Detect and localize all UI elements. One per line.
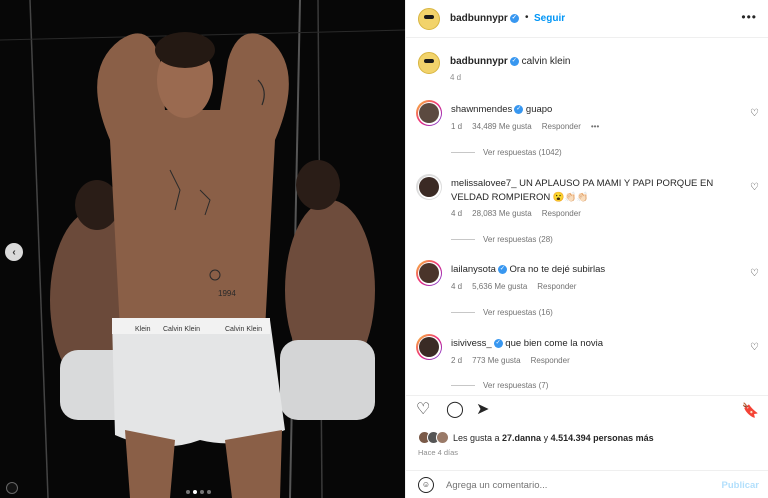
view-replies-label[interactable]: Ver respuestas (1042) bbox=[483, 148, 562, 157]
replies-divider bbox=[451, 239, 475, 240]
verified-badge-icon: ✓ bbox=[493, 338, 503, 348]
comment-options-icon[interactable]: ••• bbox=[591, 122, 599, 131]
replies-divider bbox=[451, 312, 475, 313]
carousel-dot bbox=[200, 490, 204, 494]
tattoo-text: 1994 bbox=[218, 289, 236, 298]
caption-avatar[interactable] bbox=[418, 52, 440, 74]
author-username-text[interactable]: badbunnypr bbox=[450, 13, 508, 24]
reply-button[interactable]: Responder bbox=[542, 209, 581, 218]
reply-button[interactable]: Responder bbox=[542, 122, 581, 131]
verified-badge-icon: ✓ bbox=[509, 13, 519, 23]
comment-like-icon[interactable]: ♡ bbox=[750, 108, 759, 119]
comment-text: melissalovee7_ UN APLAUSO PA MAMI Y PAPI… bbox=[451, 177, 741, 205]
liker-avatar[interactable] bbox=[436, 431, 449, 444]
comment-input[interactable] bbox=[446, 480, 696, 491]
comment-icon[interactable]: ◯ bbox=[446, 402, 464, 418]
share-icon[interactable]: ➤ bbox=[476, 402, 489, 418]
comment-like-icon[interactable]: ♡ bbox=[750, 342, 759, 353]
save-icon[interactable]: 🔖 bbox=[742, 402, 759, 418]
replies-divider bbox=[451, 152, 475, 153]
carousel-indicator bbox=[186, 490, 211, 494]
caption-time: 4 d bbox=[450, 73, 462, 82]
view-replies-label[interactable]: Ver respuestas (7) bbox=[483, 381, 548, 390]
comment-text: isivivess_ ✓ que bien come la novia bbox=[451, 337, 741, 351]
view-replies-label[interactable]: Ver respuestas (16) bbox=[483, 308, 553, 317]
caption-body: calvin klein bbox=[521, 56, 571, 67]
comment-like-icon[interactable]: ♡ bbox=[750, 268, 759, 279]
commenter-avatar[interactable] bbox=[416, 334, 442, 360]
caption-text: badbunnypr ✓ calvin klein bbox=[450, 56, 570, 67]
replies-divider bbox=[451, 385, 475, 386]
emoji-icon[interactable]: ☺ bbox=[418, 477, 434, 493]
post-sidebar: badbunnypr ✓ • Seguir ••• badbunnypr ✓ cal… bbox=[405, 0, 768, 498]
post-action-bar: ♡ ◯ ➤ 🔖 bbox=[406, 395, 768, 425]
reply-button[interactable]: Responder bbox=[531, 356, 570, 365]
like-icon[interactable]: ♡ bbox=[416, 402, 430, 418]
verified-badge-icon: ✓ bbox=[497, 264, 507, 274]
comment-meta: 4 d 5,636 Me gusta Responder bbox=[451, 282, 576, 291]
commenter-avatar[interactable] bbox=[416, 100, 442, 126]
publish-button[interactable]: Publicar bbox=[722, 480, 760, 491]
previous-slide-button[interactable]: ‹ bbox=[5, 243, 23, 261]
carousel-dot-active bbox=[193, 490, 197, 494]
comment-likes[interactable]: 28,083 Me gusta bbox=[472, 209, 532, 218]
photo-illustration: Klein Calvin Klein Calvin Klein 1994 bbox=[0, 0, 405, 498]
view-replies[interactable]: Ver respuestas (7) bbox=[451, 381, 548, 390]
comment-body: que bien come la novia bbox=[505, 338, 604, 349]
add-comment-bar: ☺ Publicar bbox=[406, 470, 768, 498]
comment-time: 4 d bbox=[451, 209, 463, 218]
comment-body: Ora no te dejé subirlas bbox=[509, 264, 606, 275]
likes-middle: y bbox=[541, 432, 551, 443]
likes-summary: Les gusta a 27.danna y 4.514.394 persona… bbox=[418, 431, 654, 444]
commenter-username[interactable]: lailanysota bbox=[451, 264, 496, 275]
commenter-username[interactable]: melissalovee7_ bbox=[451, 178, 516, 189]
commenter-avatar[interactable] bbox=[416, 260, 442, 286]
carousel-dot bbox=[186, 490, 190, 494]
post-image[interactable]: Klein Calvin Klein Calvin Klein 1994 ‹ bbox=[0, 0, 405, 498]
comment-meta: 2 d 773 Me gusta Responder bbox=[451, 356, 570, 365]
waistband-text-left: Klein bbox=[135, 326, 151, 333]
separator-dot: • bbox=[525, 12, 529, 23]
comment-time: 2 d bbox=[451, 356, 463, 365]
comment-text: lailanysota ✓ Ora no te dejé subirlas bbox=[451, 263, 741, 277]
comment-text: shawnmendes ✓ guapo bbox=[451, 103, 741, 117]
tagged-users-icon[interactable] bbox=[6, 482, 18, 494]
commenter-username[interactable]: isivivess_ bbox=[451, 338, 492, 349]
view-replies-label[interactable]: Ver respuestas (28) bbox=[483, 235, 553, 244]
waistband-text-right: Calvin Klein bbox=[225, 326, 262, 333]
view-replies[interactable]: Ver respuestas (28) bbox=[451, 235, 553, 244]
likes-prefix: Les gusta a bbox=[453, 432, 503, 443]
likes-count[interactable]: 4.514.394 personas más bbox=[551, 433, 654, 443]
comment-meta: 1 d 34,489 Me gusta Responder ••• bbox=[451, 122, 599, 131]
comment-meta: 4 d 28,083 Me gusta Responder bbox=[451, 209, 581, 218]
verified-badge-icon: ✓ bbox=[514, 104, 524, 114]
author-avatar[interactable] bbox=[418, 8, 440, 30]
caption-username[interactable]: badbunnypr bbox=[450, 56, 508, 67]
likes-text[interactable]: Les gusta a 27.danna y 4.514.394 persona… bbox=[453, 433, 654, 443]
comment-time: 1 d bbox=[451, 122, 463, 131]
follow-button[interactable]: Seguir bbox=[534, 13, 565, 24]
comment-likes[interactable]: 5,636 Me gusta bbox=[472, 282, 527, 291]
more-options-icon[interactable]: ••• bbox=[741, 10, 757, 24]
comment-like-icon[interactable]: ♡ bbox=[750, 182, 759, 193]
comment-likes[interactable]: 34,489 Me gusta bbox=[472, 122, 532, 131]
view-replies[interactable]: Ver respuestas (1042) bbox=[451, 148, 562, 157]
view-replies[interactable]: Ver respuestas (16) bbox=[451, 308, 553, 317]
author-username[interactable]: badbunnypr ✓ bbox=[450, 13, 519, 24]
carousel-dot bbox=[207, 490, 211, 494]
commenter-avatar[interactable] bbox=[416, 174, 442, 200]
post-date: Hace 4 días bbox=[418, 448, 459, 457]
post-header: badbunnypr ✓ • Seguir ••• bbox=[406, 0, 768, 38]
likes-user[interactable]: 27.danna bbox=[502, 433, 541, 443]
commenter-username[interactable]: shawnmendes bbox=[451, 104, 512, 115]
waistband-text: Calvin Klein bbox=[163, 326, 200, 333]
comment-body: guapo bbox=[525, 104, 553, 115]
reply-button[interactable]: Responder bbox=[537, 282, 576, 291]
comment-likes[interactable]: 773 Me gusta bbox=[472, 356, 520, 365]
verified-badge-icon: ✓ bbox=[509, 56, 519, 66]
comment-time: 4 d bbox=[451, 282, 463, 291]
